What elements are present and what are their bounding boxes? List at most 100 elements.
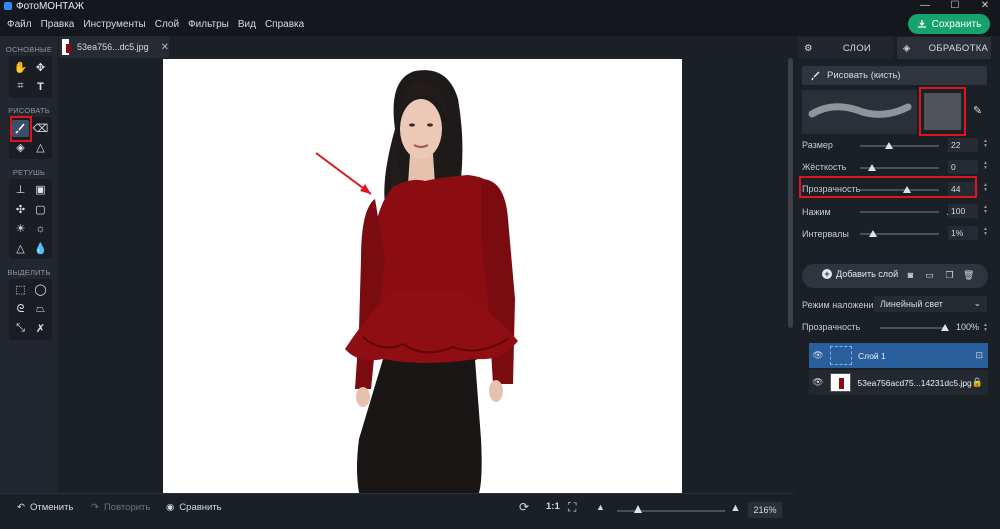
stamp-tool-icon[interactable]: ⊥ bbox=[12, 181, 29, 198]
document-tab-close-icon[interactable]: ✕ bbox=[161, 42, 169, 53]
plus-icon: + bbox=[822, 269, 832, 279]
pressure-label: Нажим bbox=[802, 207, 831, 217]
lasso-tool-icon[interactable]: ᘓ bbox=[12, 301, 29, 318]
unlock-icon[interactable]: ⊡ bbox=[975, 350, 983, 361]
size-slider-knob[interactable] bbox=[885, 142, 894, 149]
hardness-value[interactable]: 0 bbox=[948, 160, 978, 174]
blend-mode-select[interactable]: Линейный свет ⌄ bbox=[874, 296, 987, 312]
eraser-tool-icon[interactable]: ⌫ bbox=[32, 120, 49, 137]
mask-icon[interactable]: ◙ bbox=[905, 270, 916, 281]
save-button[interactable]: Сохранить bbox=[908, 14, 990, 34]
layer-name: Слой 1 bbox=[858, 350, 886, 361]
frame-tool-icon[interactable]: ▢ bbox=[32, 201, 49, 218]
size-value[interactable]: 22 bbox=[948, 138, 978, 152]
menu-layer[interactable]: Слой bbox=[155, 19, 179, 30]
tool-group-basic: ✋ ✥ ⌗ T bbox=[9, 56, 52, 98]
opacity-stepper-icon[interactable]: ▲ ▼ bbox=[983, 183, 988, 193]
tab-processing-label: ОБРАБОТКА bbox=[928, 42, 989, 54]
eyedropper-icon[interactable]: ✎ bbox=[973, 104, 982, 117]
menu-filters[interactable]: Фильтры bbox=[188, 19, 229, 30]
pressure-value[interactable]: 100 bbox=[948, 204, 978, 218]
layer-opacity-slider-track[interactable] bbox=[880, 327, 945, 329]
ellipse-select-tool-icon[interactable]: ◯ bbox=[32, 281, 49, 298]
sharpen-tool-icon[interactable]: △ bbox=[12, 240, 29, 257]
undo-icon: ↶ bbox=[17, 502, 25, 513]
minimize-button[interactable]: — bbox=[910, 0, 940, 12]
poly-lasso-tool-icon[interactable]: ⏢ bbox=[32, 301, 49, 318]
add-layer-button[interactable]: + Добавить слой bbox=[822, 269, 898, 279]
trash-icon[interactable]: 🗑 bbox=[963, 270, 974, 281]
text-tool-icon[interactable]: T bbox=[32, 78, 49, 95]
size-slider-track[interactable] bbox=[860, 145, 939, 147]
layer-item[interactable]: 👁 53ea756acd75...14231dc5.jpg 🔒 bbox=[809, 370, 988, 395]
dodge-tool-icon[interactable]: ☀ bbox=[12, 220, 29, 237]
layer-item[interactable]: 👁 Слой 1 ⊡ bbox=[809, 343, 988, 368]
actual-size-button[interactable]: 1:1 bbox=[546, 501, 560, 512]
brush-preview bbox=[802, 90, 917, 134]
size-stepper-icon[interactable]: ▲ ▼ bbox=[983, 139, 988, 149]
fit-rotate-icon[interactable]: ⟳ bbox=[519, 500, 529, 514]
document-tab[interactable]: 53ea756...dc5.jpg ✕ bbox=[59, 36, 169, 58]
pressure-slider-track[interactable] bbox=[860, 211, 939, 213]
size-label: Размер bbox=[802, 140, 833, 150]
patch-tool-icon[interactable]: ▣ bbox=[32, 181, 49, 198]
healing-tool-icon[interactable]: ✣ bbox=[12, 201, 29, 218]
layer-name: 53ea756acd75...14231dc5.jpg bbox=[857, 377, 972, 388]
section-select-label: ВЫДЕЛИТЬ bbox=[7, 268, 51, 277]
menu-view[interactable]: Вид bbox=[238, 19, 256, 30]
photo-canvas[interactable] bbox=[163, 59, 682, 493]
layer-actions-bar: + Добавить слой ◙ ▭ ❐ 🗑 bbox=[802, 264, 988, 288]
menu-edit[interactable]: Правка bbox=[41, 19, 75, 30]
layer-opacity-slider-knob[interactable] bbox=[941, 324, 949, 331]
zoom-value[interactable]: 216% bbox=[748, 502, 782, 518]
spacing-value[interactable]: 1% bbox=[948, 226, 978, 240]
layer-opacity-label: Прозрачность bbox=[802, 322, 861, 332]
maximize-button[interactable]: ☐ bbox=[940, 0, 970, 12]
lock-icon[interactable]: 🔒 bbox=[972, 377, 983, 388]
tools-panel bbox=[0, 36, 58, 493]
redo-button[interactable]: ↷ Повторить bbox=[91, 502, 150, 513]
pressure-stepper-icon[interactable]: ▲ ▼ bbox=[983, 205, 988, 215]
tab-layers[interactable]: ⚙ СЛОИ bbox=[798, 37, 893, 59]
menu-file[interactable]: Файл bbox=[7, 19, 32, 30]
undo-button[interactable]: ↶ Отменить bbox=[17, 502, 73, 513]
compare-button[interactable]: ◉ Сравнить bbox=[166, 502, 222, 513]
brush-tool-highlight bbox=[10, 116, 32, 142]
hardness-slider-knob[interactable] bbox=[868, 164, 876, 171]
fit-screen-icon[interactable]: ⛶ bbox=[568, 500, 576, 515]
section-retouch-label: РЕТУШЬ bbox=[12, 168, 46, 177]
hardness-stepper-icon[interactable]: ▲ ▼ bbox=[983, 161, 988, 171]
layer-opacity-value[interactable]: 100% bbox=[956, 322, 979, 332]
layers-settings-icon: ⚙ bbox=[804, 42, 813, 54]
layer-opacity-stepper-icon[interactable]: ▲ ▼ bbox=[983, 323, 988, 333]
duplicate-icon[interactable]: ❐ bbox=[944, 270, 955, 281]
crop-tool-icon[interactable]: ⌗ bbox=[12, 78, 29, 95]
tab-processing[interactable]: ◈ ОБРАБОТКА bbox=[897, 37, 991, 59]
section-basic-label: ОСНОВНЫЕ bbox=[5, 45, 53, 54]
bottom-toolbar: ↶ Отменить ↷ Повторить ◉ Сравнить ⟳ 1:1 … bbox=[0, 493, 794, 525]
canvas-vertical-scrollbar[interactable] bbox=[787, 58, 794, 493]
blur-tool-icon[interactable]: 💧 bbox=[32, 240, 49, 257]
magic-select-tool-icon[interactable]: ⤡ bbox=[12, 320, 29, 337]
magic-wand-tool-icon[interactable]: ✗ bbox=[32, 320, 49, 337]
folder-icon[interactable]: ▭ bbox=[924, 270, 935, 281]
zoom-out-icon[interactable]: ▲ bbox=[596, 502, 605, 512]
visibility-eye-icon[interactable]: 👁 bbox=[812, 377, 824, 389]
move-tool-icon[interactable]: ✥ bbox=[32, 59, 49, 76]
hand-tool-icon[interactable]: ✋ bbox=[12, 59, 29, 76]
zoom-slider-knob[interactable] bbox=[633, 505, 642, 513]
eye-icon: ◉ bbox=[166, 502, 175, 513]
close-button[interactable]: ✕ bbox=[970, 0, 1000, 12]
shapes-tool-icon[interactable]: △ bbox=[32, 139, 49, 156]
rect-select-tool-icon[interactable]: ⬚ bbox=[12, 281, 29, 298]
menu-help[interactable]: Справка bbox=[265, 19, 304, 30]
spacing-stepper-icon[interactable]: ▲ ▼ bbox=[983, 227, 988, 237]
save-button-label: Сохранить bbox=[931, 18, 982, 30]
hardness-label: Жёсткость bbox=[802, 162, 847, 172]
menu-tools[interactable]: Инструменты bbox=[83, 19, 145, 30]
burn-tool-icon[interactable]: ☼ bbox=[32, 220, 49, 237]
zoom-in-icon[interactable]: ▲ bbox=[730, 502, 741, 514]
spacing-slider-knob[interactable] bbox=[868, 230, 877, 237]
scrollbar-thumb[interactable] bbox=[788, 58, 793, 328]
visibility-eye-icon[interactable]: 👁 bbox=[812, 350, 824, 362]
